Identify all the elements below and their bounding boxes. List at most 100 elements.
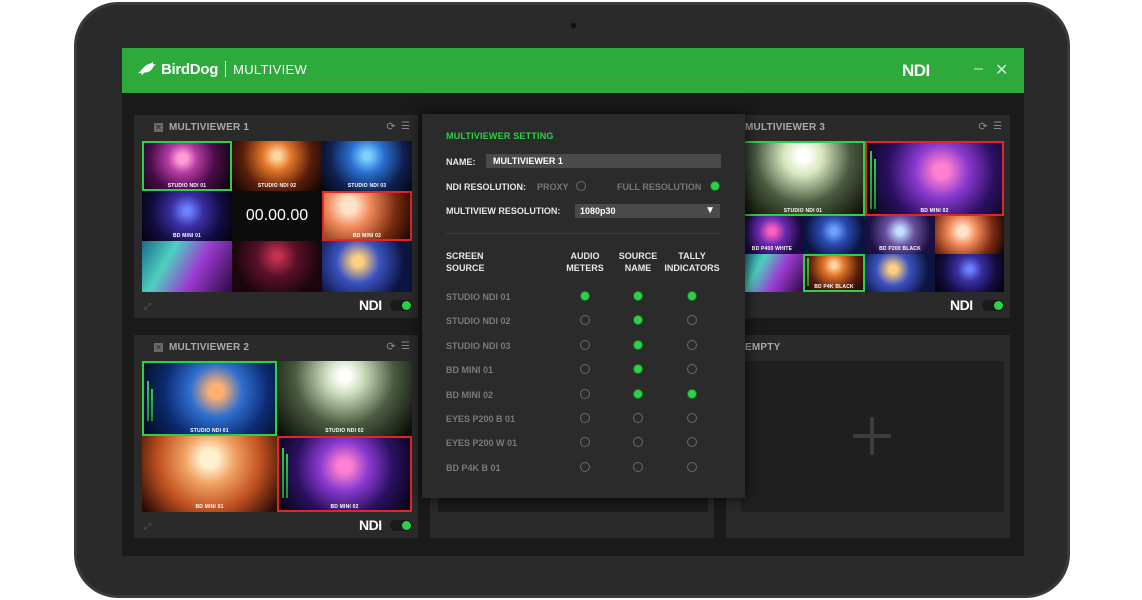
audio-toggle[interactable] — [580, 340, 590, 350]
preview-cell[interactable]: BD MINI 02 — [322, 191, 412, 241]
preview-cell[interactable]: BD P400 WHITE — [741, 216, 803, 254]
cell-label: STUDIO NDI 01 — [783, 208, 823, 214]
panel-title: MULTIVIEWER 2 — [169, 342, 250, 353]
output-toggle[interactable] — [982, 300, 1004, 311]
panel-title: MULTIVIEWER 1 — [169, 122, 250, 133]
tally-toggle[interactable] — [687, 340, 697, 350]
cell-label: BD P4K BLACK — [814, 284, 854, 290]
name-input[interactable]: MULTIVIEWER 1 — [486, 154, 721, 168]
camera-icon — [570, 22, 577, 29]
tally-toggle[interactable] — [687, 291, 697, 301]
cell-label: BD MINI 02 — [330, 504, 359, 510]
close-panel-icon[interactable]: ✕ — [154, 123, 163, 132]
menu-icon[interactable]: ☰ — [992, 121, 1003, 132]
preview-cell[interactable] — [935, 216, 1004, 254]
select-value: 1080p30 — [580, 206, 616, 216]
preview-cell[interactable]: STUDIO NDI 02 — [232, 141, 322, 191]
tally-toggle[interactable] — [687, 413, 697, 423]
add-source-area[interactable] — [741, 361, 1004, 512]
menu-icon[interactable]: ☰ — [400, 121, 411, 132]
preview-cell[interactable]: STUDIO NDI 02 — [277, 361, 412, 436]
preview-cell[interactable] — [232, 241, 322, 292]
audio-toggle[interactable] — [580, 462, 590, 472]
col-header-line: SOURCE — [618, 251, 658, 261]
audio-toggle[interactable] — [580, 413, 590, 423]
ndi-label: NDI — [359, 517, 382, 533]
tally-toggle[interactable] — [687, 364, 697, 374]
cell-label: BD MINI 02 — [920, 208, 949, 214]
refresh-icon[interactable]: ⟳ — [385, 341, 397, 353]
audio-toggle[interactable] — [580, 315, 590, 325]
multiview-resolution-select[interactable]: 1080p30 ▼ — [575, 204, 720, 218]
audio-toggle[interactable] — [580, 364, 590, 374]
preview-cell[interactable] — [935, 254, 1004, 292]
preview-cell[interactable]: BD MINI 02 — [865, 141, 1004, 216]
source-row-label: BD MINI 01 — [446, 365, 494, 375]
col-header-line: SCREEN — [446, 251, 484, 261]
close-panel-icon[interactable]: ✕ — [154, 343, 163, 352]
preview-grid: STUDIO NDI 01 STUDIO NDI 02 STUDIO NDI 0… — [142, 141, 412, 292]
source-row-label: EYES P200 B 01 — [446, 414, 516, 424]
audio-meter — [807, 258, 809, 286]
source-name-toggle[interactable] — [633, 437, 643, 447]
preview-cell[interactable]: BD P200 BLACK — [865, 216, 935, 254]
preview-cell[interactable]: BD MINI 01 — [142, 191, 232, 241]
source-name-toggle[interactable] — [633, 462, 643, 472]
audio-meter — [286, 454, 288, 498]
preview-cell[interactable] — [142, 241, 232, 292]
col-header-line: NAME — [624, 263, 652, 273]
tally-toggle[interactable] — [687, 462, 697, 472]
source-name-toggle[interactable] — [633, 413, 643, 423]
plus-icon — [853, 417, 891, 455]
audio-meter — [151, 389, 153, 421]
source-name-toggle[interactable] — [633, 389, 643, 399]
refresh-icon[interactable]: ⟳ — [385, 121, 397, 133]
full-resolution-radio[interactable] — [710, 181, 720, 191]
source-row-label: STUDIO NDI 01 — [446, 292, 511, 302]
preview-cell[interactable]: STUDIO NDI 03 — [322, 141, 412, 191]
source-name-toggle[interactable] — [633, 315, 643, 325]
preview-cell[interactable] — [803, 216, 865, 254]
preview-cell[interactable] — [322, 241, 412, 292]
preview-cell[interactable]: BD MINI 02 — [277, 436, 412, 512]
close-button[interactable]: ✕ — [995, 60, 1008, 80]
preview-cell[interactable] — [741, 254, 803, 292]
tally-toggle[interactable] — [687, 437, 697, 447]
preview-cell[interactable]: STUDIO NDI 01 — [741, 141, 865, 216]
minimize-button[interactable]: – — [974, 60, 983, 78]
timer-cell[interactable]: 00.00.00 — [232, 191, 322, 241]
panel-header: EMPTY — [726, 335, 1010, 359]
source-name-toggle[interactable] — [633, 291, 643, 301]
preview-cell[interactable]: BD P4K BLACK — [803, 254, 865, 292]
expand-icon[interactable]: ⤢ — [144, 521, 151, 532]
ndi-resolution-label: NDI RESOLUTION: — [446, 182, 526, 192]
expand-icon[interactable]: ⤢ — [144, 301, 151, 312]
col-audio-meters: AUDIO METERS — [560, 250, 610, 274]
cell-label: STUDIO NDI 02 — [257, 183, 297, 189]
cell-label: BD P200 BLACK — [879, 246, 921, 252]
audio-toggle[interactable] — [580, 437, 590, 447]
col-header-line: SOURCE — [446, 263, 485, 273]
menu-icon[interactable]: ☰ — [400, 341, 411, 352]
preview-cell[interactable]: STUDIO NDI 01 — [142, 141, 232, 191]
panel-title: EMPTY — [745, 342, 781, 353]
source-name-toggle[interactable] — [633, 340, 643, 350]
tally-toggle[interactable] — [687, 389, 697, 399]
preview-cell[interactable]: STUDIO NDI 01 — [142, 361, 277, 436]
audio-toggle[interactable] — [580, 291, 590, 301]
multiviewer-2-panel: ✕ MULTIVIEWER 2 ⟳ ☰ STUDIO NDI 01 STUDIO… — [134, 335, 418, 538]
output-toggle[interactable] — [390, 520, 412, 531]
cell-label: STUDIO NDI 03 — [347, 183, 387, 189]
audio-toggle[interactable] — [580, 389, 590, 399]
preview-cell[interactable] — [865, 254, 935, 292]
dialog-title: MULTIVIEWER SETTING — [446, 131, 554, 141]
proxy-radio[interactable] — [576, 181, 586, 191]
output-toggle[interactable] — [390, 300, 412, 311]
source-name-toggle[interactable] — [633, 364, 643, 374]
tally-toggle[interactable] — [687, 315, 697, 325]
cell-label: BD P400 WHITE — [751, 246, 793, 252]
cell-label: STUDIO NDI 01 — [167, 183, 207, 189]
refresh-icon[interactable]: ⟳ — [977, 121, 989, 133]
cell-label: STUDIO NDI 01 — [190, 428, 229, 434]
preview-cell[interactable]: BD MINI 01 — [142, 436, 277, 512]
